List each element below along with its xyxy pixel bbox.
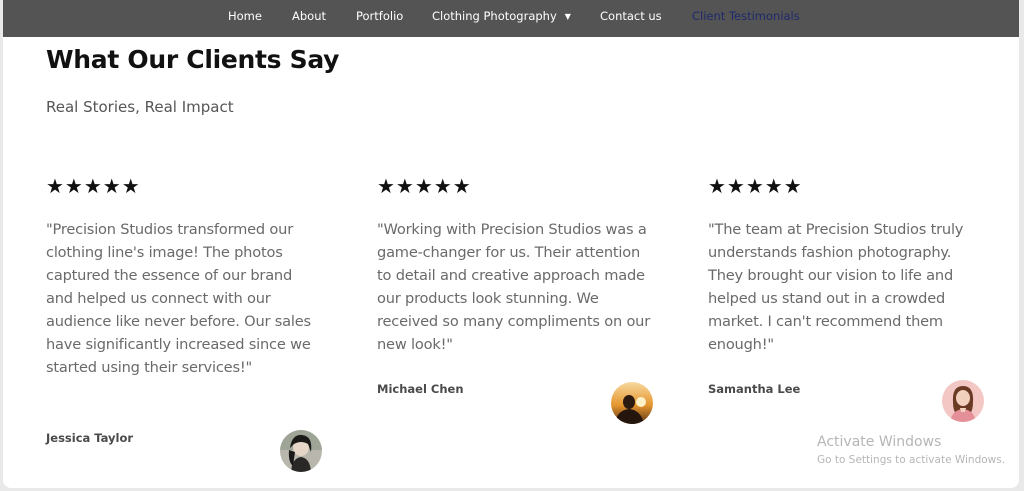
- nav-portfolio-label: Portfolio: [356, 9, 404, 23]
- client-name: Michael Chen: [377, 382, 464, 396]
- nav-item-contact-us[interactable]: Contact us: [600, 0, 662, 37]
- client-name: Samantha Lee: [708, 382, 801, 396]
- section-title: What Our Clients Say: [46, 45, 340, 74]
- activate-windows-watermark: Activate Windows Go to Settings to activ…: [817, 434, 1005, 466]
- nav-home-label: Home: [228, 9, 262, 23]
- star-rating: ★★★★★: [377, 174, 472, 198]
- nav-item-portfolio[interactable]: Portfolio: [356, 0, 403, 37]
- testimonial-quote: "The team at Precision Studios truly und…: [708, 221, 964, 353]
- star-rating: ★★★★★: [46, 174, 141, 198]
- section-subtitle: Real Stories, Real Impact: [46, 98, 234, 116]
- nav-about-label: About: [292, 9, 327, 23]
- woman-pink-avatar-icon: [942, 380, 984, 422]
- star-rating: ★★★★★: [708, 174, 803, 198]
- testimonial-card: ★★★★★ "Precision Studios transformed our…: [46, 174, 326, 472]
- client-name: Jessica Taylor: [46, 431, 134, 445]
- testimonial-quote: "Working with Precision Studios was a ga…: [377, 221, 651, 353]
- nav-item-client-testimonials[interactable]: Client Testimonials: [692, 0, 800, 37]
- nav-item-about[interactable]: About: [292, 0, 326, 37]
- nav-item-clothing-photography[interactable]: Clothing Photography ▼: [432, 0, 571, 37]
- top-navigation: Home About Portfolio Clothing Photograph…: [3, 0, 1019, 37]
- watermark-subtitle: Go to Settings to activate Windows.: [817, 454, 1006, 466]
- sunset-silhouette-avatar-icon: [611, 382, 653, 424]
- watermark-title: Activate Windows: [817, 434, 942, 450]
- nav-item-home[interactable]: Home: [228, 0, 262, 37]
- testimonial-card: ★★★★★ "The team at Precision Studios tru…: [708, 174, 988, 422]
- nav-clothing-photography-label: Clothing Photography: [432, 9, 557, 23]
- nav-client-testimonials-label: Client Testimonials: [692, 9, 800, 23]
- testimonial-quote: "Precision Studios transformed our cloth…: [46, 221, 311, 376]
- woman-portrait-avatar-icon: [280, 430, 322, 472]
- chevron-down-icon: ▼: [564, 12, 571, 21]
- testimonial-card: ★★★★★ "Working with Precision Studios wa…: [377, 174, 657, 424]
- nav-contact-us-label: Contact us: [600, 9, 662, 23]
- page: Home About Portfolio Clothing Photograph…: [3, 0, 1019, 488]
